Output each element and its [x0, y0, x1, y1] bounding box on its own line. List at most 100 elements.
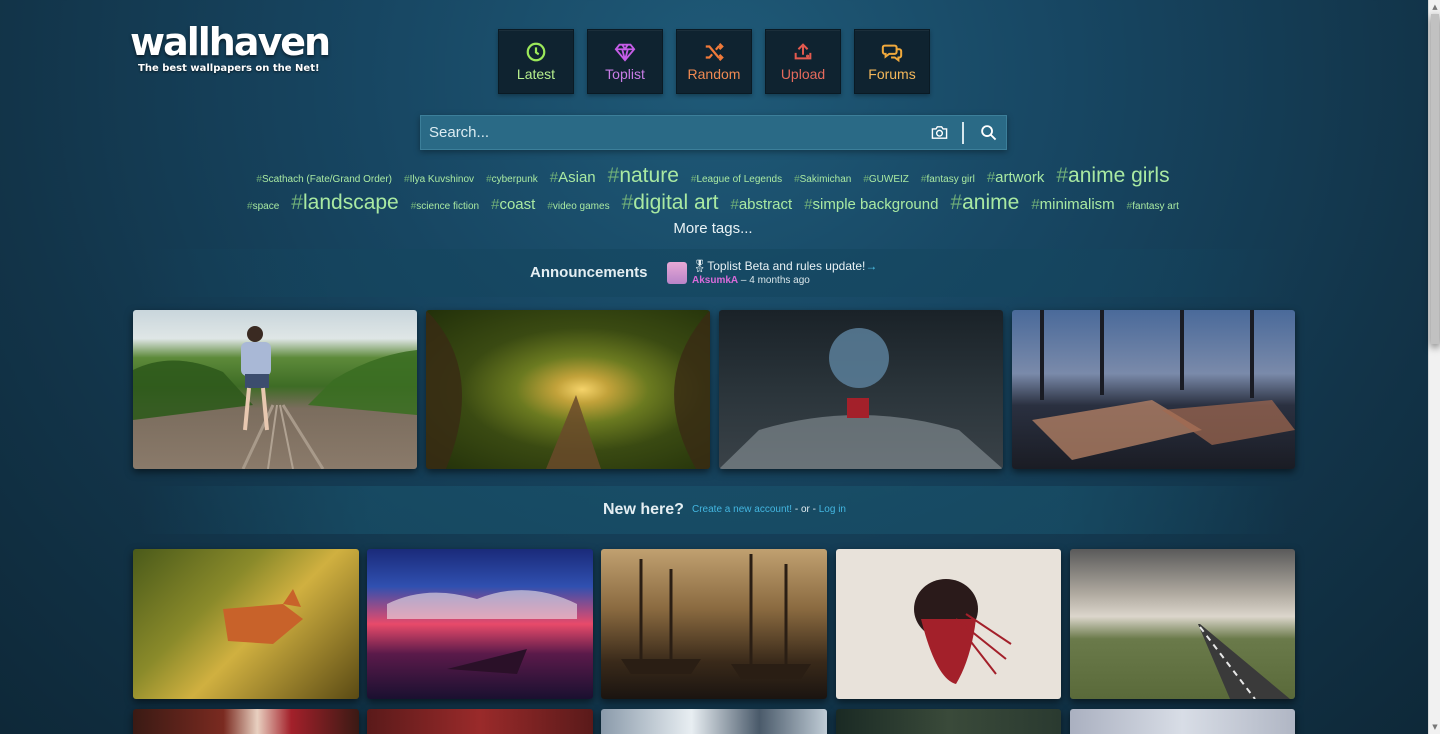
wallpaper-thumbnail[interactable]	[367, 549, 593, 699]
main-nav: Latest Toplist Random Upload Forums	[498, 29, 930, 94]
tag-link[interactable]: #coast	[491, 196, 535, 213]
nav-toplist-label: Toplist	[605, 66, 645, 82]
site-logo[interactable]: wallhaven The best wallpapers on the Net…	[130, 20, 331, 74]
tag-link[interactable]: #landscape	[291, 191, 398, 215]
tag-link[interactable]: #fantasy art	[1127, 201, 1179, 212]
tag-label: artwork	[995, 169, 1045, 186]
road-scene	[1198, 624, 1290, 699]
abstract-head-scene	[914, 579, 1012, 684]
logo-wordmark: wallhaven	[130, 20, 331, 64]
tag-row: #space #landscape #science fiction #coast #v…	[0, 191, 1426, 218]
tag-link[interactable]: #Asian	[550, 169, 596, 186]
wallpaper-thumbnail[interactable]	[601, 549, 827, 699]
nav-random-button[interactable]: Random	[676, 29, 752, 94]
announcements-title: Announcements	[530, 264, 648, 281]
tag-label: minimalism	[1039, 196, 1115, 213]
wallpaper-thumbnail[interactable]	[836, 709, 1061, 734]
tag-link[interactable]: #video games	[547, 201, 609, 212]
nav-upload-button[interactable]: Upload	[765, 29, 841, 94]
or-separator: - or -	[794, 504, 816, 515]
tag-link[interactable]: #artwork	[987, 169, 1045, 186]
scroll-up-icon[interactable]: ▲	[1429, 0, 1440, 14]
tag-link[interactable]: #space	[247, 201, 279, 212]
tag-link[interactable]: #anime girls	[1056, 164, 1169, 188]
nav-toplist-button[interactable]: Toplist	[587, 29, 663, 94]
tag-link[interactable]: #nature	[608, 164, 679, 188]
tag-link[interactable]: #simple background	[804, 196, 938, 213]
tag-label: Sakimichan	[799, 174, 852, 185]
tag-label: anime	[962, 191, 1020, 214]
classroom-scene	[1032, 310, 1295, 460]
announcements-bar: Announcements 🎖Toplist Beta and rules up…	[140, 249, 1288, 297]
tag-label: Asian	[558, 169, 596, 186]
search-icon[interactable]	[970, 116, 1006, 149]
wallpaper-thumbnail[interactable]	[367, 709, 593, 734]
login-link[interactable]: Log in	[819, 504, 846, 515]
camera-icon[interactable]	[922, 116, 956, 149]
wallpaper-thumbnail[interactable]	[836, 549, 1061, 699]
nav-upload-label: Upload	[780, 66, 826, 82]
tag-link[interactable]: #cyberpunk	[486, 174, 538, 185]
tag-label: landscape	[302, 191, 399, 214]
announcement-user[interactable]: AksumkA	[692, 275, 738, 286]
fox-scene	[223, 589, 303, 644]
tag-link[interactable]: #Sakimichan	[794, 174, 851, 185]
scroll-down-icon[interactable]: ▼	[1429, 720, 1440, 734]
tag-link[interactable]: #minimalism	[1031, 196, 1114, 213]
tag-label: space	[252, 201, 280, 212]
chat-bubbles-icon	[881, 44, 903, 63]
tag-link[interactable]: #science fiction	[411, 201, 479, 212]
announcement-meta: AksumkA – 4 months ago	[692, 275, 810, 286]
tag-link[interactable]: #abstract	[730, 196, 792, 213]
tag-label: coast	[499, 196, 536, 213]
tag-link[interactable]: #League of Legends	[691, 174, 782, 185]
tag-label: fantasy girl	[926, 174, 975, 185]
tag-link[interactable]: #anime	[950, 191, 1019, 215]
search-input[interactable]	[421, 116, 922, 149]
tag-label: League of Legends	[696, 174, 783, 185]
new-here-links: Create a new account! - or - Log in	[692, 504, 846, 515]
railway-scene	[133, 326, 417, 469]
wallpaper-thumbnail[interactable]	[1070, 709, 1295, 734]
page-scrollbar[interactable]: ▲ ▼	[1428, 0, 1440, 734]
hash-symbol: #	[986, 169, 996, 186]
more-tags-link[interactable]: More tags...	[0, 220, 1426, 237]
arrow-right-icon: →	[865, 259, 878, 273]
tag-label: Ilya Kuvshinov	[409, 174, 475, 185]
tag-link[interactable]: #GUWEIZ	[863, 174, 909, 185]
tag-label: anime girls	[1068, 164, 1170, 187]
wallpaper-thumbnail[interactable]	[601, 709, 827, 734]
logo-tagline: The best wallpapers on the Net!	[138, 63, 320, 74]
wallpaper-thumbnail[interactable]	[1012, 310, 1295, 469]
hash-symbol: #	[607, 164, 620, 187]
nav-latest-button[interactable]: Latest	[498, 29, 574, 94]
tag-label: video games	[552, 201, 610, 212]
popular-tags: #Scathach (Fate/Grand Order) #Ilya Kuvshi…	[0, 164, 1426, 218]
wallpaper-thumbnail[interactable]	[133, 709, 359, 734]
tag-label: digital art	[633, 191, 719, 214]
wallpaper-thumbnail[interactable]	[133, 549, 359, 699]
hash-symbol: #	[549, 169, 559, 186]
wallpaper-thumbnail[interactable]	[133, 310, 417, 469]
ships-scene	[621, 554, 811, 679]
hash-symbol: #	[730, 196, 739, 213]
tag-row: #Scathach (Fate/Grand Order) #Ilya Kuvshi…	[0, 164, 1426, 191]
nav-forums-label: Forums	[868, 66, 916, 82]
announcement-link[interactable]: 🎖Toplist Beta and rules update!→	[692, 259, 877, 273]
tag-label: Scathach (Fate/Grand Order)	[261, 174, 393, 185]
hash-symbol: #	[1056, 164, 1069, 187]
wallpaper-thumbnail[interactable]	[1070, 549, 1295, 699]
clock-icon	[526, 42, 546, 62]
avatar[interactable]	[667, 262, 687, 284]
hash-symbol: #	[291, 191, 303, 214]
create-account-link[interactable]: Create a new account!	[692, 504, 792, 515]
scrollbar-thumb[interactable]	[1431, 14, 1439, 344]
tag-link[interactable]: #fantasy girl	[921, 174, 975, 185]
tag-link[interactable]: #digital art	[622, 191, 719, 215]
tag-link[interactable]: #Scathach (Fate/Grand Order)	[256, 174, 392, 185]
wallpaper-thumbnail[interactable]	[426, 310, 710, 469]
new-here-bar: New here? Create a new account! - or - L…	[140, 486, 1288, 534]
nav-forums-button[interactable]: Forums	[854, 29, 930, 94]
wallpaper-thumbnail[interactable]	[719, 310, 1003, 469]
tag-link[interactable]: #Ilya Kuvshinov	[404, 174, 474, 185]
